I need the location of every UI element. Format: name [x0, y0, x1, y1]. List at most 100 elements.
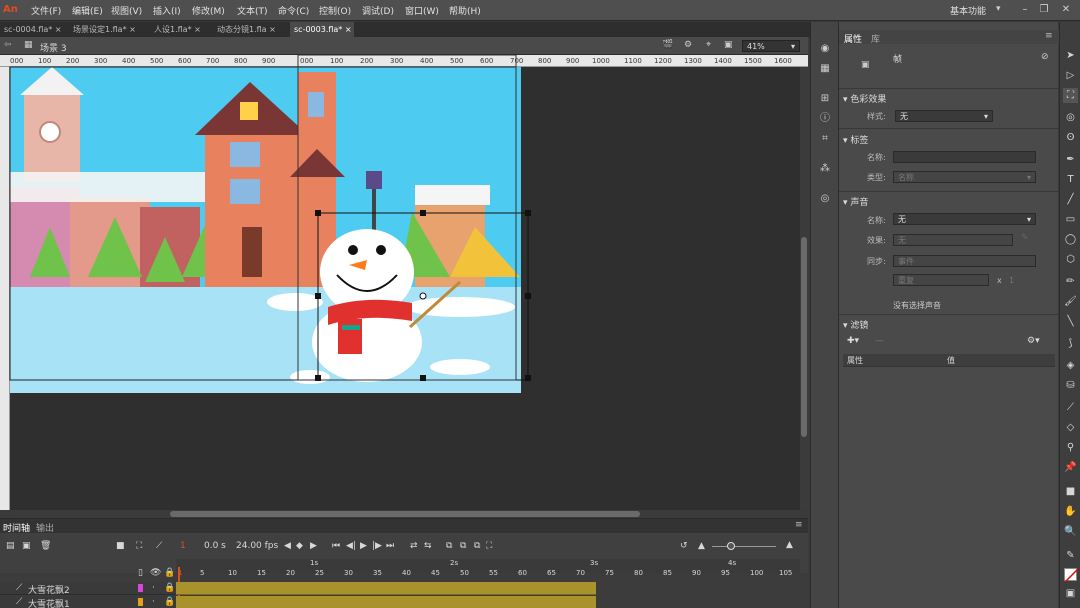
next-keyframe-icon[interactable]: ▶	[310, 541, 317, 551]
center-stage-icon[interactable]: ⌖	[706, 40, 711, 50]
section-label[interactable]: ▾ 标签	[843, 133, 868, 146]
workspace-switcher[interactable]: 基本功能	[950, 4, 986, 17]
layer-name[interactable]: 大雪花飘2	[28, 583, 70, 596]
lasso-tool-icon[interactable]: ʘ	[1063, 130, 1078, 145]
lock-icon[interactable]: 🔒	[164, 568, 175, 578]
visible-dot-icon[interactable]: ·	[152, 597, 155, 607]
zoom-tool-icon[interactable]: 🔍	[1063, 524, 1078, 539]
first-frame-icon[interactable]: ⏮	[332, 541, 340, 551]
menu-help[interactable]: 帮助(H)	[449, 4, 481, 17]
section-sound[interactable]: ▾ 声音	[843, 195, 868, 208]
insert-keyframe-icon[interactable]: ◆	[296, 541, 303, 551]
highlight-icon[interactable]: ▯	[138, 568, 143, 578]
onion-outline-icon[interactable]: ⧉	[460, 541, 466, 551]
pin-tool-icon[interactable]: 📌	[1063, 460, 1078, 475]
frame-name-input[interactable]	[893, 151, 1036, 163]
info-icon[interactable]: ⓘ	[817, 112, 833, 126]
free-transform-tool-icon[interactable]: ⛶	[1063, 88, 1078, 103]
sound-name-select[interactable]: 无 ▾	[893, 213, 1036, 225]
camera-tool-icon[interactable]: ■	[1063, 484, 1078, 499]
type-select[interactable]: 名称 ▾	[893, 171, 1036, 183]
modify-markers-icon[interactable]: ⛶	[486, 541, 492, 551]
effect-select[interactable]: 无	[893, 234, 1013, 246]
lock-icon[interactable]: 🔒	[164, 597, 175, 607]
selection-tool-icon[interactable]: ➤	[1063, 48, 1078, 63]
text-tool-icon[interactable]: T	[1063, 172, 1078, 187]
play-icon[interactable]: ▶	[360, 541, 367, 551]
eye-icon[interactable]: 👁	[150, 568, 161, 578]
section-filters[interactable]: ▾ 滤镜	[843, 318, 868, 331]
timeline-zoom-slider[interactable]	[712, 546, 776, 547]
graph-icon[interactable]: ⟋	[156, 541, 162, 551]
repeat-select[interactable]: 重复	[893, 274, 989, 286]
frame-span[interactable]	[176, 596, 596, 608]
onion-skin-icon[interactable]: ⧉	[446, 541, 452, 551]
menu-file[interactable]: 文件(F)	[31, 4, 61, 17]
align-icon[interactable]: ⊞	[817, 92, 833, 106]
repeat-count[interactable]: 1	[1009, 276, 1014, 285]
delete-layer-icon[interactable]: 🗑	[40, 541, 51, 551]
layer-depth-icon[interactable]: ⛶	[136, 541, 142, 551]
rectangle-tool-icon[interactable]: ▭	[1063, 212, 1078, 227]
tab-character[interactable]: 人设1.fla* ×	[150, 22, 212, 37]
panel-menu-icon[interactable]: ≡	[1045, 31, 1053, 41]
menu-window[interactable]: 窗口(W)	[405, 4, 439, 17]
minimize-icon[interactable]: –	[1017, 2, 1033, 18]
workspace-dropdown-icon[interactable]: ▾	[996, 4, 1001, 14]
help-icon[interactable]: ⊘	[1041, 52, 1049, 62]
components-icon[interactable]: ⁂	[817, 162, 833, 176]
tab-close-icon[interactable]: ×	[129, 25, 136, 34]
layer-row[interactable]: ⟋ 大雪花飘2 · 🔒	[0, 582, 176, 596]
last-frame-icon[interactable]: ⏭	[386, 541, 394, 551]
hand-tool-icon[interactable]: ✋	[1063, 504, 1078, 519]
ink-bottle-tool-icon[interactable]: ⛁	[1063, 378, 1078, 393]
pen-tool-icon[interactable]: ✒	[1063, 152, 1078, 167]
fps-readout[interactable]: 24.00 fps	[236, 541, 278, 551]
menu-text[interactable]: 文本(T)	[237, 4, 268, 17]
paint-brush-tool-icon[interactable]: ╲	[1063, 314, 1078, 329]
gear-icon[interactable]: ⚙▾	[1027, 336, 1040, 346]
edit-symbol-icon[interactable]: ⚙	[684, 40, 692, 50]
prev-keyframe-icon[interactable]: ◀	[284, 541, 291, 551]
menu-modify[interactable]: 修改(M)	[192, 4, 225, 17]
center-frame-icon[interactable]: ⇆	[424, 541, 432, 551]
zoom-in-icon[interactable]: ▲	[786, 540, 793, 550]
menu-commands[interactable]: 命令(C)	[278, 4, 309, 17]
tab-scene-setup[interactable]: 场景设定1.fla* ×	[69, 22, 149, 37]
line-tool-icon[interactable]: ╱	[1063, 192, 1078, 207]
tab-sc-0004[interactable]: sc-0004.fla* ×	[0, 22, 68, 37]
menu-edit[interactable]: 编辑(E)	[72, 4, 103, 17]
new-folder-icon[interactable]: ▣	[22, 541, 31, 551]
edit-pencil-icon[interactable]: ✎	[1021, 233, 1029, 243]
panel-menu-icon[interactable]: ≡	[795, 520, 803, 530]
oval-tool-icon[interactable]: ◯	[1063, 232, 1078, 247]
polystar-tool-icon[interactable]: ⬡	[1063, 252, 1078, 267]
tab-close-icon[interactable]: ×	[345, 25, 352, 34]
brush-tool-icon[interactable]: 🖌	[1063, 294, 1078, 309]
visible-dot-icon[interactable]: ·	[152, 583, 155, 593]
slider-handle[interactable]	[727, 542, 735, 550]
eyedropper-tool-icon[interactable]: ⟋	[1063, 400, 1078, 415]
restore-icon[interactable]: ❐	[1036, 2, 1052, 18]
eraser-tool-icon[interactable]: ◇	[1063, 420, 1078, 435]
zoom-out-icon[interactable]: ▲	[698, 541, 705, 551]
section-color-effect[interactable]: ▾ 色彩效果	[843, 92, 886, 105]
clip-content-icon[interactable]: ▣	[724, 40, 733, 50]
back-arrow-icon[interactable]: ⇦	[4, 40, 12, 50]
tab-library[interactable]: 库	[871, 32, 880, 45]
tab-close-icon[interactable]: ×	[194, 25, 201, 34]
horizontal-scrollbar[interactable]	[10, 510, 800, 518]
layer-color-swatch[interactable]	[138, 584, 143, 592]
transform-icon[interactable]: ⌗	[817, 132, 833, 146]
width-tool-icon[interactable]: ⚲	[1063, 440, 1078, 455]
fill-color-swatch[interactable]	[1064, 568, 1079, 583]
loop-icon[interactable]: ⇄	[410, 541, 418, 551]
layer-row[interactable]: ⟋ 大雪花飘1 · 🔒	[0, 596, 176, 608]
remove-filter-icon[interactable]: —	[875, 336, 884, 346]
new-layer-icon[interactable]: ▤	[6, 541, 15, 551]
vertical-scrollbar[interactable]	[800, 67, 808, 510]
bone-tool-icon[interactable]: ⟆	[1063, 336, 1078, 351]
stroke-color-icon[interactable]: ✎	[1063, 548, 1078, 563]
layer-color-swatch[interactable]	[138, 598, 143, 606]
layer-name[interactable]: 大雪花飘1	[28, 597, 70, 608]
